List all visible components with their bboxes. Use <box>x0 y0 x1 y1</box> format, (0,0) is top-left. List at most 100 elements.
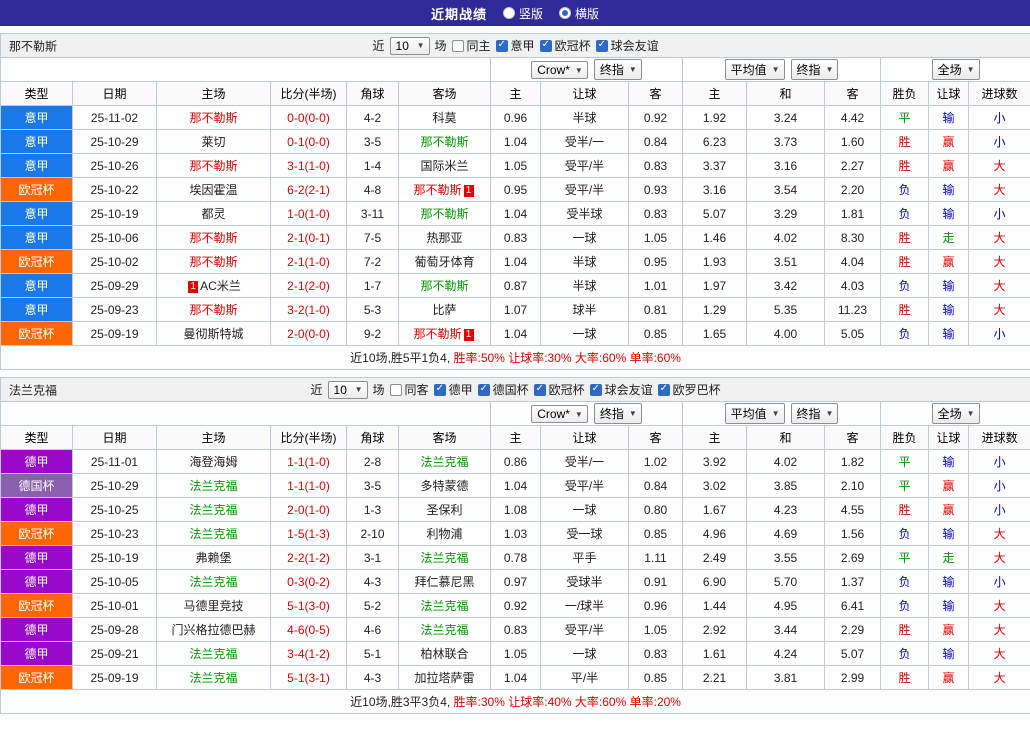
home-team-link[interactable]: 法兰克福 <box>189 479 237 493</box>
score-link[interactable]: 0-3(0-2) <box>270 569 347 594</box>
score-link[interactable]: 5-1(3-0) <box>270 593 347 618</box>
odds-stage-select[interactable]: 终指 ▼ <box>593 59 642 80</box>
score-link[interactable]: 2-1(0-1) <box>270 225 347 250</box>
home-team-link[interactable]: 弗赖堡 <box>195 551 231 565</box>
away-team-link[interactable]: 那不勒斯 <box>420 135 468 149</box>
home-team-link[interactable]: 那不勒斯 <box>189 159 237 173</box>
layout-option-horizontal[interactable]: 横版 <box>559 5 599 22</box>
checkbox-icon <box>495 39 508 52</box>
filter-checkbox[interactable]: 德国杯 <box>477 381 529 398</box>
score-link[interactable]: 3-4(1-2) <box>270 641 347 666</box>
filter-checkbox[interactable]: 欧冠杯 <box>533 381 585 398</box>
filter-checkbox[interactable]: 同主 <box>451 37 491 54</box>
recent-count-select[interactable]: 10 ▼ <box>389 36 430 55</box>
corner-score: 4-3 <box>346 569 399 594</box>
score-link[interactable]: 6-2(2-1) <box>270 177 347 202</box>
average-stage-select[interactable]: 终指 ▼ <box>790 59 839 80</box>
home-team-link[interactable]: 曼彻斯特城 <box>183 327 243 341</box>
home-team-link[interactable]: 门兴格拉德巴赫 <box>171 623 255 637</box>
score-link[interactable]: 3-2(1-0) <box>270 297 347 322</box>
score-link[interactable]: 1-0(1-0) <box>270 201 347 226</box>
home-team-link[interactable]: 都灵 <box>201 207 225 221</box>
away-team-link[interactable]: 法兰克福 <box>420 455 468 469</box>
away-team-link[interactable]: 柏林联合 <box>420 647 468 661</box>
home-team-link[interactable]: 法兰克福 <box>189 575 237 589</box>
result-handicap: 输 <box>928 105 969 130</box>
away-team-link[interactable]: 那不勒斯 <box>413 183 461 197</box>
table-row: 意甲 25-10-06 那不勒斯 2-1(0-1) 7-5 热那亚 0.83 一球 1.05 1.… <box>0 225 1030 250</box>
score-link[interactable]: 2-1(2-0) <box>270 273 347 298</box>
average-stage-select[interactable]: 终指 ▼ <box>790 403 839 424</box>
away-team-link[interactable]: 法兰克福 <box>420 623 468 637</box>
home-team-link[interactable]: 海登海姆 <box>189 455 237 469</box>
away-team-link[interactable]: 拜仁慕尼黑 <box>414 575 474 589</box>
away-team-link[interactable]: 法兰克福 <box>420 599 468 613</box>
recent-count-select[interactable]: 10 ▼ <box>327 380 368 399</box>
match-date: 25-09-23 <box>72 297 157 322</box>
home-team-link[interactable]: 那不勒斯 <box>189 255 237 269</box>
filter-checkbox[interactable]: 同客 <box>389 381 429 398</box>
odds-home: 0.83 <box>490 617 541 642</box>
score-link[interactable]: 1-5(1-3) <box>270 521 347 546</box>
recent-label: 近 <box>310 383 323 397</box>
home-team-cell: 法兰克福 <box>156 473 271 498</box>
home-team-link[interactable]: AC米兰 <box>200 279 241 293</box>
home-team-link[interactable]: 法兰克福 <box>189 671 237 685</box>
corner-score: 2-10 <box>346 521 399 546</box>
away-team-link[interactable]: 国际米兰 <box>420 159 468 173</box>
away-team-link[interactable]: 法兰克福 <box>420 551 468 565</box>
odds-company-select[interactable]: Crow* ▼ <box>531 61 588 79</box>
chevron-down-icon: ▼ <box>354 385 363 394</box>
odds-handicap: 受半/一 <box>540 129 629 154</box>
score-link[interactable]: 3-1(1-0) <box>270 153 347 178</box>
home-team-link[interactable]: 那不勒斯 <box>189 111 237 125</box>
away-team-link[interactable]: 加拉塔萨雷 <box>414 671 474 685</box>
score-link[interactable]: 4-6(0-5) <box>270 617 347 642</box>
odds-stage-select[interactable]: 终指 ▼ <box>593 403 642 424</box>
away-team-link[interactable]: 葡萄牙体育 <box>414 255 474 269</box>
odds-selects: Crow* ▼ 终指 ▼ <box>490 401 683 426</box>
away-team-link[interactable]: 利物浦 <box>426 527 462 541</box>
scope-select[interactable]: 全场 ▼ <box>931 403 980 424</box>
score-link[interactable]: 1-1(1-0) <box>270 473 347 498</box>
away-team-link[interactable]: 圣保利 <box>426 503 462 517</box>
filter-checkbox[interactable]: 球会友谊 <box>595 37 659 54</box>
score-link[interactable]: 2-2(1-2) <box>270 545 347 570</box>
away-team-link[interactable]: 科莫 <box>432 111 456 125</box>
away-team-link[interactable]: 那不勒斯 <box>420 279 468 293</box>
home-team-link[interactable]: 埃因霍温 <box>189 183 237 197</box>
score-link[interactable]: 2-1(1-0) <box>270 249 347 274</box>
home-team-link[interactable]: 法兰克福 <box>189 503 237 517</box>
column-header: 客场 <box>398 81 491 106</box>
home-team-link[interactable]: 马德里竞技 <box>183 599 243 613</box>
score-link[interactable]: 0-1(0-0) <box>270 129 347 154</box>
filter-checkbox[interactable]: 德甲 <box>433 381 473 398</box>
away-team-link[interactable]: 热那亚 <box>426 231 462 245</box>
filter-checkbox[interactable]: 球会友谊 <box>589 381 653 398</box>
selects-row: Crow* ▼ 终指 ▼ 平均值 ▼ 终指 ▼ 全场 ▼ <box>0 57 1030 82</box>
home-team-link[interactable]: 莱切 <box>201 135 225 149</box>
odds-company-select[interactable]: Crow* ▼ <box>531 405 588 423</box>
league-badge: 欧冠杯 <box>0 593 73 618</box>
home-team-link[interactable]: 法兰克福 <box>189 647 237 661</box>
filter-checkbox[interactable]: 欧罗巴杯 <box>657 381 721 398</box>
score-link[interactable]: 1-1(1-0) <box>270 449 347 474</box>
filter-checkbox[interactable]: 意甲 <box>495 37 535 54</box>
score-link[interactable]: 2-0(0-0) <box>270 321 347 346</box>
filter-checkbox[interactable]: 欧冠杯 <box>539 37 591 54</box>
average-select[interactable]: 平均值 ▼ <box>724 403 785 424</box>
away-team-link[interactable]: 多特蒙德 <box>420 479 468 493</box>
result-goals: 大 <box>967 641 1030 666</box>
home-team-link[interactable]: 法兰克福 <box>189 527 237 541</box>
home-team-link[interactable]: 那不勒斯 <box>189 231 237 245</box>
away-team-link[interactable]: 那不勒斯 <box>420 207 468 221</box>
average-select[interactable]: 平均值 ▼ <box>724 59 785 80</box>
score-link[interactable]: 2-0(1-0) <box>270 497 347 522</box>
score-link[interactable]: 5-1(3-1) <box>270 665 347 690</box>
layout-option-vertical[interactable]: 竖版 <box>502 5 543 22</box>
score-link[interactable]: 0-0(0-0) <box>270 105 347 130</box>
away-team-link[interactable]: 那不勒斯 <box>413 327 461 341</box>
home-team-link[interactable]: 那不勒斯 <box>189 303 237 317</box>
away-team-link[interactable]: 比萨 <box>432 303 456 317</box>
scope-select[interactable]: 全场 ▼ <box>931 59 980 80</box>
